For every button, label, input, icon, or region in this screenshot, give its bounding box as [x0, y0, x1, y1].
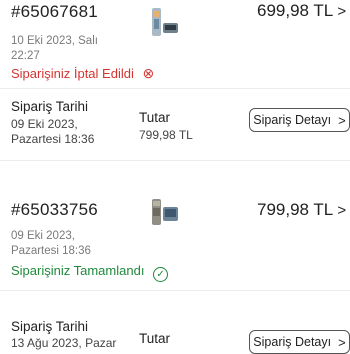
check-circle-icon: ✓: [153, 267, 169, 282]
order-detail-button[interactable]: Sipariş Detayı >: [249, 330, 350, 354]
order-number: #65067681: [11, 2, 98, 21]
total-value: 799,98 TL: [139, 128, 193, 142]
cancel-icon: ⊗: [142, 65, 155, 81]
order-date-value: 09 Eki 2023, Pazartesi 18:36: [11, 117, 94, 147]
chevron-right-icon[interactable]: >: [337, 202, 346, 219]
order-status-text: Siparişiniz İptal Edildi: [11, 66, 134, 81]
product-thumbnail[interactable]: [150, 5, 180, 39]
order-amount: 699,98 TL >: [257, 1, 346, 21]
order-amount-text: 799,98 TL: [257, 200, 333, 219]
chevron-right-icon[interactable]: >: [337, 3, 346, 20]
order-date-value-line2: Pazartesi 18:36: [11, 132, 95, 146]
order-number: #65033756: [11, 200, 98, 219]
order-amount-text: 699,98 TL: [257, 1, 333, 20]
order-date-value-line1: 09 Eki 2023,: [11, 117, 78, 131]
order-status: Siparişiniz İptal Edildi ⊗: [11, 65, 154, 82]
order-date-line1: 10 Eki 2023, Salı: [11, 35, 98, 47]
order-date-line2: Pazartesi 18:36: [11, 245, 91, 257]
order-status: Siparişiniz Tamamlandı ✓: [11, 263, 169, 282]
order-date-label: Sipariş Tarihi: [11, 99, 89, 114]
order-date: 10 Eki 2023, Salı 22:27: [11, 34, 98, 64]
product-thumbnail[interactable]: [150, 195, 180, 229]
order-detail-button-label: Sipariş Detayı: [253, 335, 332, 349]
total-label: Tutar: [139, 331, 171, 346]
divider: [0, 88, 350, 89]
order-date-line1: 09 Eki 2023,: [11, 230, 75, 242]
divider: [0, 290, 350, 291]
chevron-right-icon: >: [338, 112, 346, 128]
order-detail-button-label: Sipariş Detayı: [253, 113, 332, 127]
order-amount: 799,98 TL >: [257, 200, 346, 220]
order-status-text: Siparişiniz Tamamlandı: [11, 263, 145, 278]
order-date-label: Sipariş Tarihi: [11, 319, 89, 334]
order-date: 09 Eki 2023, Pazartesi 18:36: [11, 229, 91, 259]
divider: [0, 160, 350, 161]
chevron-right-icon: >: [338, 334, 346, 350]
order-date-line2: 22:27: [11, 50, 40, 62]
order-detail-button[interactable]: Sipariş Detayı >: [249, 108, 350, 132]
order-date-value: 13 Ağu 2023, Pazar: [11, 336, 117, 350]
total-label: Tutar: [139, 110, 171, 125]
